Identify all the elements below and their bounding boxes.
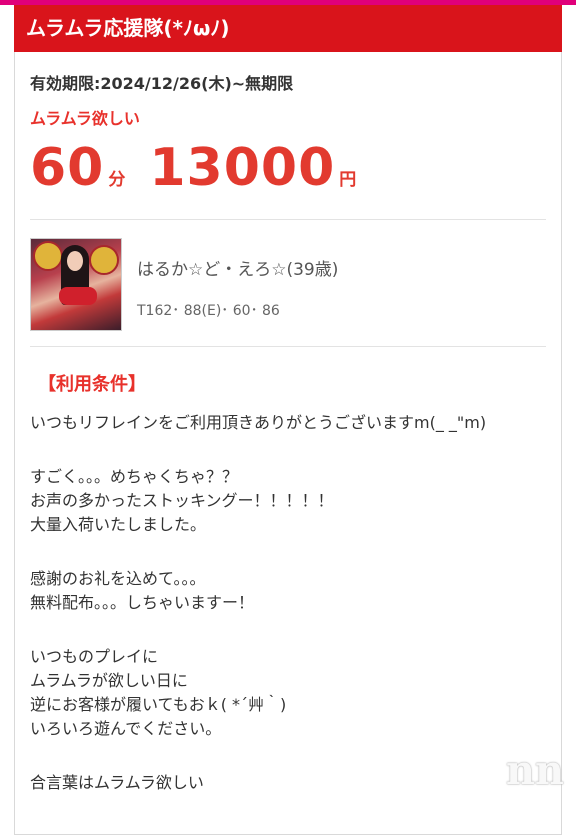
terms-line: 感謝のお礼を込めて。。。 <box>30 567 550 591</box>
price-value: 13000 <box>149 138 335 198</box>
badge-icon <box>89 245 119 275</box>
terms-line: いろいろ遊んでください。 <box>30 717 550 741</box>
terms-line: すごく。。。めちゃくちゃ？？ <box>30 465 550 489</box>
badge-icon <box>33 241 63 271</box>
cast-photo[interactable] <box>30 238 122 331</box>
photo-face <box>67 251 83 271</box>
price-row: 60分 13000円 <box>30 138 380 208</box>
terms-line: 無料配布。。。しちゃいますー！ <box>30 591 550 615</box>
terms-line <box>30 537 550 567</box>
duration-value: 60 <box>30 138 104 198</box>
terms-line <box>30 741 550 771</box>
terms-title: 【利用条件】 <box>38 370 146 396</box>
validity-period: 有効期限:2024/12/26(木)~無期限 <box>30 70 293 94</box>
terms-body: いつもリフレインをご利用頂きありがとうございますm(_ _"m) すごく。。。め… <box>30 411 550 795</box>
terms-line: いつものプレイに <box>30 645 550 669</box>
divider <box>30 219 546 220</box>
terms-line: お声の多かったストッキングー！！！！！ <box>30 489 550 513</box>
price-unit: 円 <box>339 170 356 190</box>
terms-line <box>30 435 550 465</box>
terms-line: 合言葉はムラムラ欲しい <box>30 771 550 795</box>
terms-line: 大量入荷いたしました。 <box>30 513 550 537</box>
terms-line: 逆にお客様が履いてもおｋ( *´艸｀) <box>30 693 550 717</box>
coupon-title: ムラムラ応援隊(*ﾉωﾉ) <box>14 5 562 52</box>
cast-stats: T162･ 88(E)･ 60･ 86 <box>137 300 280 320</box>
divider <box>30 346 546 347</box>
cast-name[interactable]: はるか☆ど・えろ☆(39歳) <box>137 255 338 280</box>
terms-line <box>30 615 550 645</box>
plan-name: ムラムラ欲しい <box>30 105 140 129</box>
terms-line: ムラムラが欲しい日に <box>30 669 550 693</box>
duration-unit: 分 <box>108 170 125 190</box>
terms-line: いつもリフレインをご利用頂きありがとうございますm(_ _"m) <box>30 411 550 435</box>
watermark-logo: nn <box>506 747 564 794</box>
photo-outfit <box>59 287 97 305</box>
